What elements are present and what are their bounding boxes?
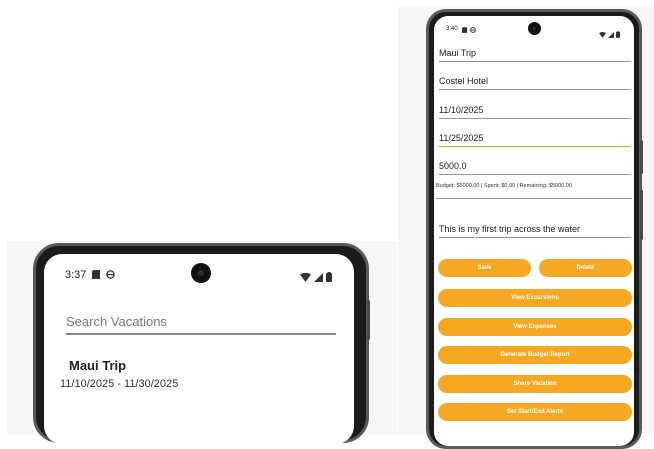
- status-icons: [300, 269, 332, 287]
- status-time: 3:37: [65, 269, 87, 281]
- battery-icon: [326, 269, 332, 287]
- sim-card-icon: [461, 20, 467, 38]
- notes-field[interactable]: [439, 224, 631, 238]
- status-time: 3:40: [446, 26, 458, 32]
- start-date-field[interactable]: [439, 105, 631, 119]
- signal-icon: [314, 269, 323, 287]
- divider: [436, 198, 632, 199]
- set-alerts-button[interactable]: Set Start/End Alerts: [438, 403, 632, 421]
- privacy-icon: [469, 20, 476, 38]
- wifi-icon: [300, 269, 311, 287]
- vacation-detail-screen: 3:40 Budget: $5000.00 | Spent: $0.00 | R…: [434, 16, 634, 446]
- left-phone-side-button: [367, 300, 370, 340]
- vacation-title-field[interactable]: [439, 48, 631, 62]
- front-camera: [528, 22, 541, 35]
- privacy-icon: [106, 266, 116, 284]
- wifi-icon: [599, 25, 606, 43]
- right-phone-side-button: [640, 140, 643, 174]
- signal-icon: [608, 25, 614, 43]
- vacation-dates: 11/10/2025 - 11/30/2025: [60, 378, 179, 390]
- hotel-field[interactable]: [439, 76, 631, 90]
- vacation-list-screen: 3:37 Maui Trip 11/10/2025 - 11/30/2025: [44, 254, 354, 444]
- right-phone-volume-button: [640, 190, 643, 240]
- budget-summary: Budget: $5000.00 | Spent: $0.00 | Remain…: [436, 183, 572, 189]
- generate-budget-report-button[interactable]: Generate Budget Report: [438, 346, 632, 364]
- view-expenses-button[interactable]: View Expenses: [438, 318, 632, 336]
- battery-icon: [616, 25, 620, 43]
- budget-field[interactable]: [439, 161, 631, 175]
- search-input[interactable]: [66, 312, 336, 335]
- sim-card-icon: [92, 266, 101, 284]
- status-icons: [599, 25, 620, 43]
- front-camera: [191, 263, 211, 283]
- save-button[interactable]: Save: [438, 259, 531, 277]
- view-excursions-button[interactable]: View Excursions: [438, 289, 632, 307]
- vacation-title: Maui Trip: [69, 358, 127, 373]
- delete-button[interactable]: Delete: [539, 259, 632, 277]
- share-vacation-button[interactable]: Share Vacation: [438, 375, 632, 393]
- end-date-field[interactable]: [439, 133, 631, 147]
